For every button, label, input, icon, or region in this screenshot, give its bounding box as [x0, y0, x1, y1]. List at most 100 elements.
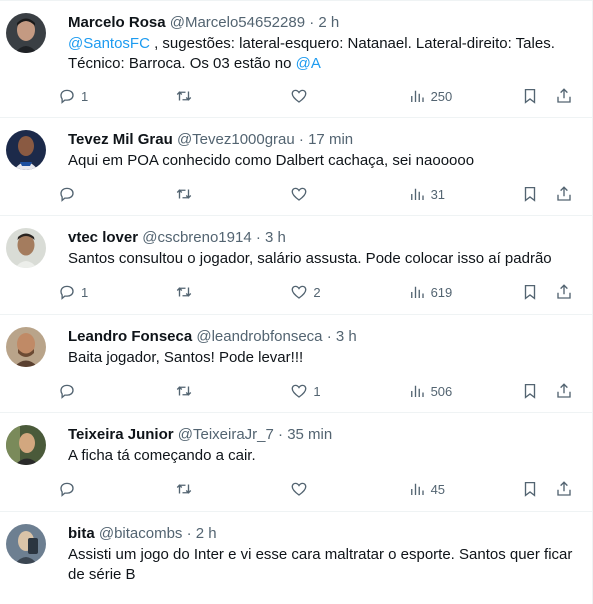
retweet-button[interactable]: [175, 87, 290, 105]
avatar[interactable]: [6, 524, 46, 564]
tweet-item[interactable]: Teixeira Junior @TeixeiraJr_7 · 35 min A…: [0, 413, 593, 512]
share-button[interactable]: [555, 283, 573, 301]
user-handle[interactable]: @TeixeiraJr_7: [178, 426, 274, 443]
tweet-feed: Marcelo Rosa @Marcelo54652289 · 2 h @San…: [0, 0, 593, 604]
analytics-icon: [410, 188, 424, 200]
share-button[interactable]: [555, 480, 573, 498]
share-icon: [557, 481, 571, 496]
tweet-item[interactable]: bita @bitacombs · 2 h Assisti um jogo do…: [0, 512, 593, 604]
retweet-button[interactable]: [175, 480, 290, 498]
display-name[interactable]: vtec lover: [68, 229, 138, 246]
views-button[interactable]: 619: [408, 283, 513, 301]
timestamp[interactable]: 3 h: [265, 229, 286, 246]
views-count: 619: [430, 284, 453, 300]
views-count: 31: [430, 186, 446, 202]
mention-link[interactable]: @SantosFC: [68, 35, 150, 52]
timestamp[interactable]: 17 min: [308, 131, 353, 148]
tweet-text: A ficha tá começando a cair.: [68, 447, 256, 464]
bookmark-button[interactable]: [521, 480, 539, 498]
views-button[interactable]: 45: [408, 480, 513, 498]
heart-icon: [291, 482, 307, 496]
retweet-icon: [176, 91, 192, 101]
avatar[interactable]: [6, 130, 46, 170]
avatar[interactable]: [6, 228, 46, 268]
views-count: 250: [430, 88, 453, 104]
tweet-item[interactable]: Tevez Mil Grau @Tevez1000grau · 17 min A…: [0, 118, 593, 216]
views-button[interactable]: 250: [408, 87, 513, 105]
avatar[interactable]: [6, 13, 46, 53]
retweet-button[interactable]: [175, 283, 290, 301]
reply-icon: [60, 89, 74, 104]
tweet-text: Baita jogador, Santos! Pode levar!!!: [68, 349, 304, 366]
heart-icon: [291, 89, 307, 103]
user-handle[interactable]: @bitacombs: [99, 525, 183, 542]
views-button[interactable]: 506: [408, 382, 513, 400]
mention-link[interactable]: @A: [296, 55, 321, 72]
separator-dot: ·: [326, 328, 332, 345]
tweet-actions: 31: [58, 185, 573, 203]
like-button[interactable]: [290, 480, 407, 498]
avatar[interactable]: [6, 327, 46, 367]
reply-button[interactable]: 1: [58, 283, 175, 301]
bookmark-button[interactable]: [521, 185, 539, 203]
separator-dot: ·: [309, 14, 315, 31]
like-count: 1: [313, 383, 321, 399]
tweet-item[interactable]: Leandro Fonseca @leandrobfonseca · 3 h B…: [0, 315, 593, 413]
tweet-item[interactable]: vtec lover @cscbreno1914 · 3 h Santos co…: [0, 216, 593, 315]
display-name[interactable]: bita: [68, 525, 95, 542]
bookmark-button[interactable]: [521, 87, 539, 105]
share-icon: [557, 383, 571, 398]
avatar[interactable]: [6, 425, 46, 465]
share-button[interactable]: [555, 87, 573, 105]
bookmark-button[interactable]: [521, 382, 539, 400]
views-count: 45: [430, 481, 446, 497]
like-button[interactable]: 2: [290, 283, 407, 301]
reply-button[interactable]: [58, 382, 175, 400]
reply-button[interactable]: [58, 480, 175, 498]
display-name[interactable]: Teixeira Junior: [68, 426, 174, 443]
display-name[interactable]: Tevez Mil Grau: [68, 131, 173, 148]
tweet-text: Assisti um jogo do Inter e vi esse cara …: [68, 546, 573, 583]
user-handle[interactable]: @leandrobfonseca: [196, 328, 322, 345]
user-handle[interactable]: @cscbreno1914: [142, 229, 251, 246]
bookmark-icon: [524, 383, 536, 399]
reply-button[interactable]: 1: [58, 87, 175, 105]
like-button[interactable]: [290, 87, 407, 105]
retweet-button[interactable]: [175, 382, 290, 400]
share-icon: [557, 284, 571, 299]
user-handle[interactable]: @Marcelo54652289: [170, 14, 305, 31]
reply-button[interactable]: [58, 185, 175, 203]
reply-icon: [60, 384, 74, 399]
display-name[interactable]: Marcelo Rosa: [68, 14, 166, 31]
tweet-header: Marcelo Rosa @Marcelo54652289 · 2 h: [68, 13, 573, 33]
share-button[interactable]: [555, 382, 573, 400]
timestamp[interactable]: 2 h: [196, 525, 217, 542]
bookmark-icon: [524, 88, 536, 104]
tweet-item[interactable]: Marcelo Rosa @Marcelo54652289 · 2 h @San…: [0, 1, 593, 118]
retweet-button[interactable]: [175, 185, 290, 203]
reply-icon: [60, 482, 74, 497]
views-button[interactable]: 31: [408, 185, 513, 203]
like-button[interactable]: [290, 185, 407, 203]
tweet-actions: 1 506: [58, 382, 573, 400]
bookmark-icon: [524, 186, 536, 202]
user-handle[interactable]: @Tevez1000grau: [177, 131, 295, 148]
reply-count: 1: [81, 284, 89, 300]
tweet-actions: 1 2 619: [58, 283, 573, 301]
bookmark-icon: [524, 481, 536, 497]
timestamp[interactable]: 2 h: [318, 14, 339, 31]
like-button[interactable]: 1: [290, 382, 407, 400]
timestamp[interactable]: 35 min: [287, 426, 332, 443]
timestamp[interactable]: 3 h: [336, 328, 357, 345]
bookmark-button[interactable]: [521, 283, 539, 301]
retweet-icon: [176, 386, 192, 396]
tweet-actions: 1 250: [58, 87, 573, 105]
reply-count: 1: [81, 88, 89, 104]
separator-dot: ·: [278, 426, 284, 443]
share-button[interactable]: [555, 185, 573, 203]
separator-dot: ·: [186, 525, 192, 542]
tweet-header: Teixeira Junior @TeixeiraJr_7 · 35 min: [68, 425, 573, 445]
display-name[interactable]: Leandro Fonseca: [68, 328, 192, 345]
analytics-icon: [410, 90, 424, 102]
separator-dot: ·: [298, 131, 304, 148]
